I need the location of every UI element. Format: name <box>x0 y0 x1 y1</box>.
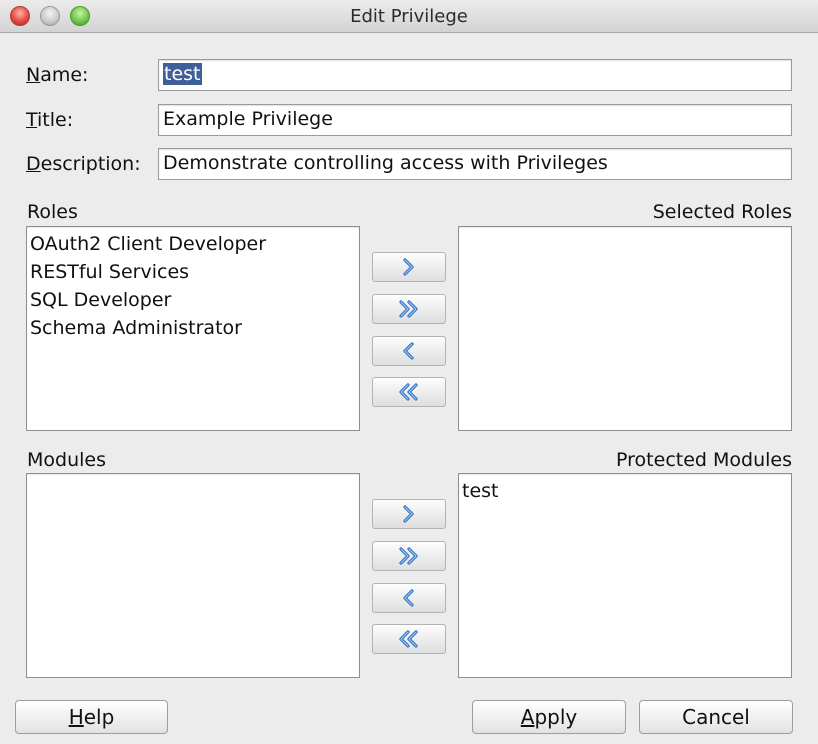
edit-privilege-dialog: Edit Privilege Name: test Title: Example… <box>0 0 818 744</box>
add-all-roles-button[interactable] <box>372 294 446 324</box>
cancel-button[interactable]: Cancel <box>639 700 793 734</box>
help-button[interactable]: Help <box>15 700 168 734</box>
list-item[interactable]: OAuth2 Client Developer <box>30 230 356 258</box>
chevron-right-icon <box>403 258 414 276</box>
name-label: Name: <box>26 64 89 86</box>
name-field[interactable]: test <box>158 59 792 91</box>
protected-modules-list[interactable]: test <box>458 473 792 678</box>
name-field-value: test <box>163 63 202 85</box>
modules-label: Modules <box>27 449 106 471</box>
add-role-button[interactable] <box>372 252 446 282</box>
roles-label: Roles <box>27 201 78 223</box>
chevron-left-icon <box>403 342 414 360</box>
remove-all-roles-button[interactable] <box>372 377 446 407</box>
double-chevron-left-icon <box>399 383 418 401</box>
remove-role-button[interactable] <box>372 336 446 366</box>
modules-list[interactable] <box>26 473 360 678</box>
double-chevron-right-icon <box>399 547 418 565</box>
chevron-right-icon <box>403 505 414 523</box>
title-label: Title: <box>26 109 74 131</box>
description-field[interactable]: Demonstrate controlling access with Priv… <box>158 148 792 180</box>
list-item[interactable]: Schema Administrator <box>30 314 356 342</box>
list-item[interactable]: SQL Developer <box>30 286 356 314</box>
title-bar[interactable]: Edit Privilege <box>0 0 818 33</box>
double-chevron-left-icon <box>399 630 418 648</box>
list-item[interactable]: RESTful Services <box>30 258 356 286</box>
title-field[interactable]: Example Privilege <box>158 104 792 136</box>
apply-button[interactable]: Apply <box>472 700 626 734</box>
selected-roles-label: Selected Roles <box>652 201 792 223</box>
description-label: Description: <box>26 153 141 175</box>
list-item[interactable]: test <box>462 477 788 505</box>
chevron-left-icon <box>403 589 414 607</box>
roles-list[interactable]: OAuth2 Client Developer RESTful Services S… <box>26 226 360 431</box>
remove-module-button[interactable] <box>372 583 446 613</box>
window-title: Edit Privilege <box>350 6 468 27</box>
add-all-modules-button[interactable] <box>372 541 446 571</box>
protected-modules-label: Protected Modules <box>616 449 792 471</box>
selected-roles-list[interactable] <box>458 226 792 431</box>
double-chevron-right-icon <box>399 300 418 318</box>
remove-all-modules-button[interactable] <box>372 624 446 654</box>
add-module-button[interactable] <box>372 499 446 529</box>
